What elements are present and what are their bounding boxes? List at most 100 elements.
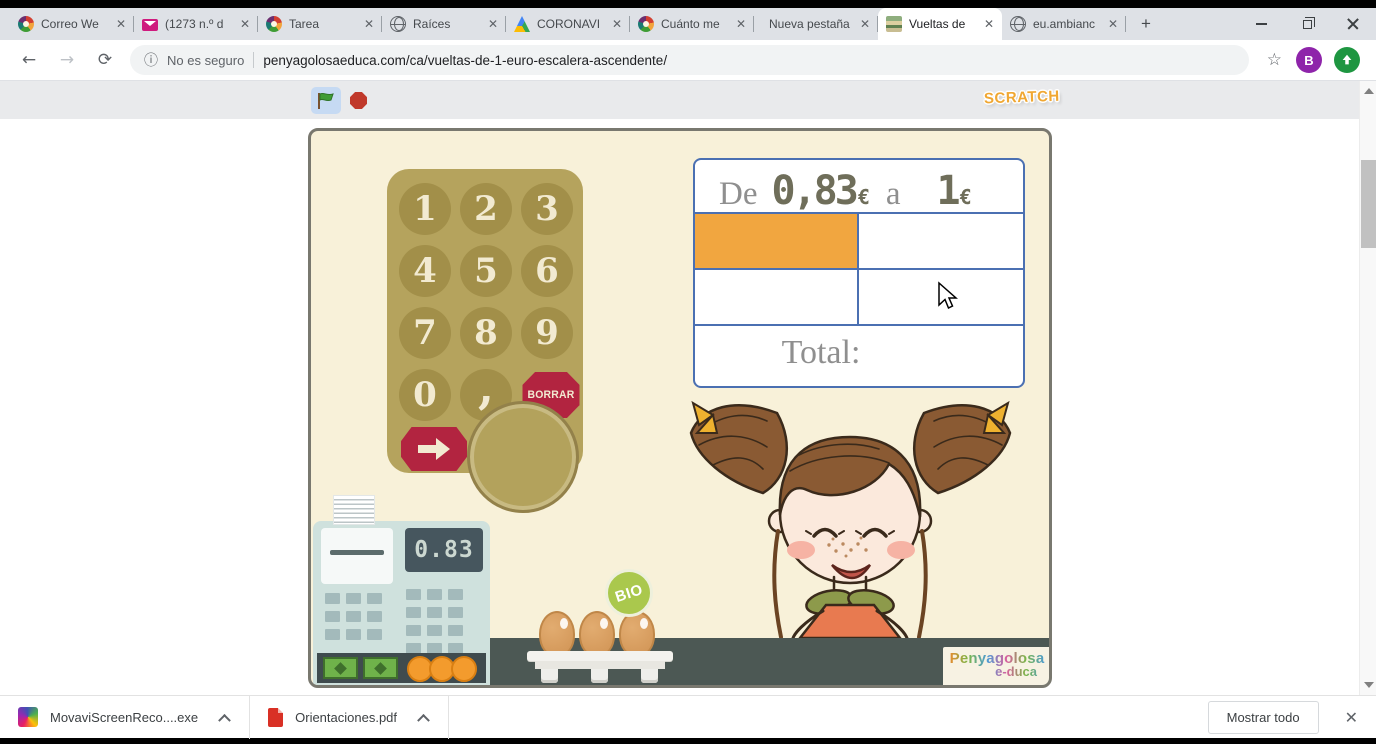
extension-upload-icon[interactable] [1334,47,1360,73]
address-bar[interactable]: ⓘ No es seguro penyagolosaeduca.com/ca/v… [130,45,1249,75]
browser-toolbar: ← → ⟳ ⓘ No es seguro penyagolosaeduca.co… [0,40,1376,81]
restore-button[interactable] [1284,8,1330,40]
scratch-logo: SCRATCH [983,87,1060,108]
register-keys-left [325,593,382,640]
egg-carton [527,651,673,661]
url-text: penyagolosaeduca.com/ca/vueltas-de-1-eur… [263,52,668,68]
bio-label: BIO [612,580,646,606]
green-flag-icon [318,92,334,109]
key-0[interactable]: 0 [399,369,451,421]
reload-button[interactable]: ⟳ [92,47,118,73]
carton-foot [541,669,558,683]
answer-cell-selected[interactable] [695,214,860,268]
forward-button[interactable]: → [54,47,80,73]
from-amount: 0,83 [771,168,858,214]
page-scrollbar[interactable] [1359,81,1376,695]
coin [451,656,477,682]
receipt-printer [321,528,393,584]
new-tab-button[interactable]: + [1132,10,1160,38]
key-3[interactable]: 3 [521,183,573,235]
coin-plate[interactable] [467,401,579,513]
register-keys-right [406,589,463,654]
profile-avatar[interactable]: B [1296,47,1322,73]
problem-connector: a [885,176,901,212]
tab-close-icon[interactable]: ✕ [736,17,746,31]
tab-label: CORONAVI [537,17,601,31]
tab-nueva-pestana[interactable]: Nueva pestaña ✕ [754,8,878,40]
download-item-orientaciones[interactable]: Orientaciones.pdf [250,696,448,738]
tab-label: Vueltas de [909,17,966,31]
tab-mail-1273[interactable]: (1273 n.º d ✕ [134,8,258,40]
key-6[interactable]: 6 [521,245,573,297]
tab-close-icon[interactable]: ✕ [612,17,622,31]
euro-sign: € [857,185,870,209]
omnibox-divider [253,52,255,68]
enter-arrow-button[interactable] [401,427,467,471]
banknote [363,657,398,679]
tab-label: Tarea [289,17,320,31]
girl-illustration [689,400,1012,638]
window-controls [1238,8,1376,40]
scrollbar-thumb[interactable] [1361,160,1376,248]
tab-cuanto-me[interactable]: Cuánto me ✕ [630,8,754,40]
download-item-movavi[interactable]: MovaviScreenReco....exe [0,696,249,738]
security-label: No es seguro [167,52,245,68]
chevron-up-icon[interactable] [218,713,231,727]
total-row: Total: [695,326,1023,380]
key-2[interactable]: 2 [460,183,512,235]
minimize-icon [1255,23,1267,25]
stop-button[interactable] [350,92,367,109]
key-9[interactable]: 9 [521,307,573,359]
problem-prefix: De [719,176,758,212]
drive-favicon-icon [514,16,530,32]
bookmark-star-icon[interactable]: ☆ [1267,50,1282,70]
tab-close-icon[interactable]: ✕ [1108,17,1118,31]
tab-coronavi[interactable]: CORONAVI ✕ [506,8,630,40]
answer-cell[interactable] [859,214,1023,268]
register-display-value: 0.83 [414,537,474,563]
tab-close-icon[interactable]: ✕ [364,17,374,31]
tab-close-icon[interactable]: ✕ [240,17,250,31]
restore-icon [1302,17,1315,29]
bio-sign: BIO [605,569,653,617]
mail-favicon-icon [142,19,158,31]
scroll-down-arrow-icon[interactable] [1364,682,1374,688]
back-button[interactable]: ← [16,47,42,73]
site-info-icon[interactable]: ⓘ [144,50,158,70]
egg-carton-body [535,661,665,669]
close-downloads-bar-icon[interactable]: ✕ [1345,708,1358,727]
tab-raices[interactable]: Raíces ✕ [382,8,506,40]
tab-close-icon[interactable]: ✕ [488,17,498,31]
globe-favicon-icon [390,16,406,32]
show-all-downloads-button[interactable]: Mostrar todo [1207,700,1319,734]
minimize-button[interactable] [1238,8,1284,40]
tab-tarea[interactable]: Tarea ✕ [258,8,382,40]
tab-close-icon[interactable]: ✕ [984,17,994,31]
chevron-up-icon[interactable] [417,713,430,727]
key-1[interactable]: 1 [399,183,451,235]
tab-label: Nueva pestaña [769,17,850,31]
tab-close-icon[interactable]: ✕ [860,17,870,31]
key-7[interactable]: 7 [399,307,451,359]
tab-eu-ambianc[interactable]: eu.ambianc ✕ [1002,8,1126,40]
tab-close-icon[interactable]: ✕ [116,17,126,31]
receipt-paper [334,496,374,524]
tab-vueltas-active[interactable]: Vueltas de ✕ [878,8,1002,40]
cash-drawer [317,653,486,683]
scroll-up-arrow-icon[interactable] [1364,88,1374,94]
to-amount: 1 [936,168,961,214]
carton-foot [591,669,608,683]
key-5[interactable]: 5 [460,245,512,297]
scratch-control-bar: SCRATCH [0,81,1359,119]
close-window-button[interactable] [1330,8,1376,40]
cash-register: 0.83 [313,496,490,685]
answer-cell[interactable] [695,270,860,324]
image-favicon-icon [886,16,902,32]
downloads-divider [448,695,450,739]
answer-table: De 0,83 € a 1 € Total: [693,158,1025,388]
green-flag-button[interactable] [311,87,341,114]
key-4[interactable]: 4 [399,245,451,297]
key-8[interactable]: 8 [460,307,512,359]
tab-correo[interactable]: Correo We ✕ [10,8,134,40]
movavi-file-icon [18,707,38,727]
